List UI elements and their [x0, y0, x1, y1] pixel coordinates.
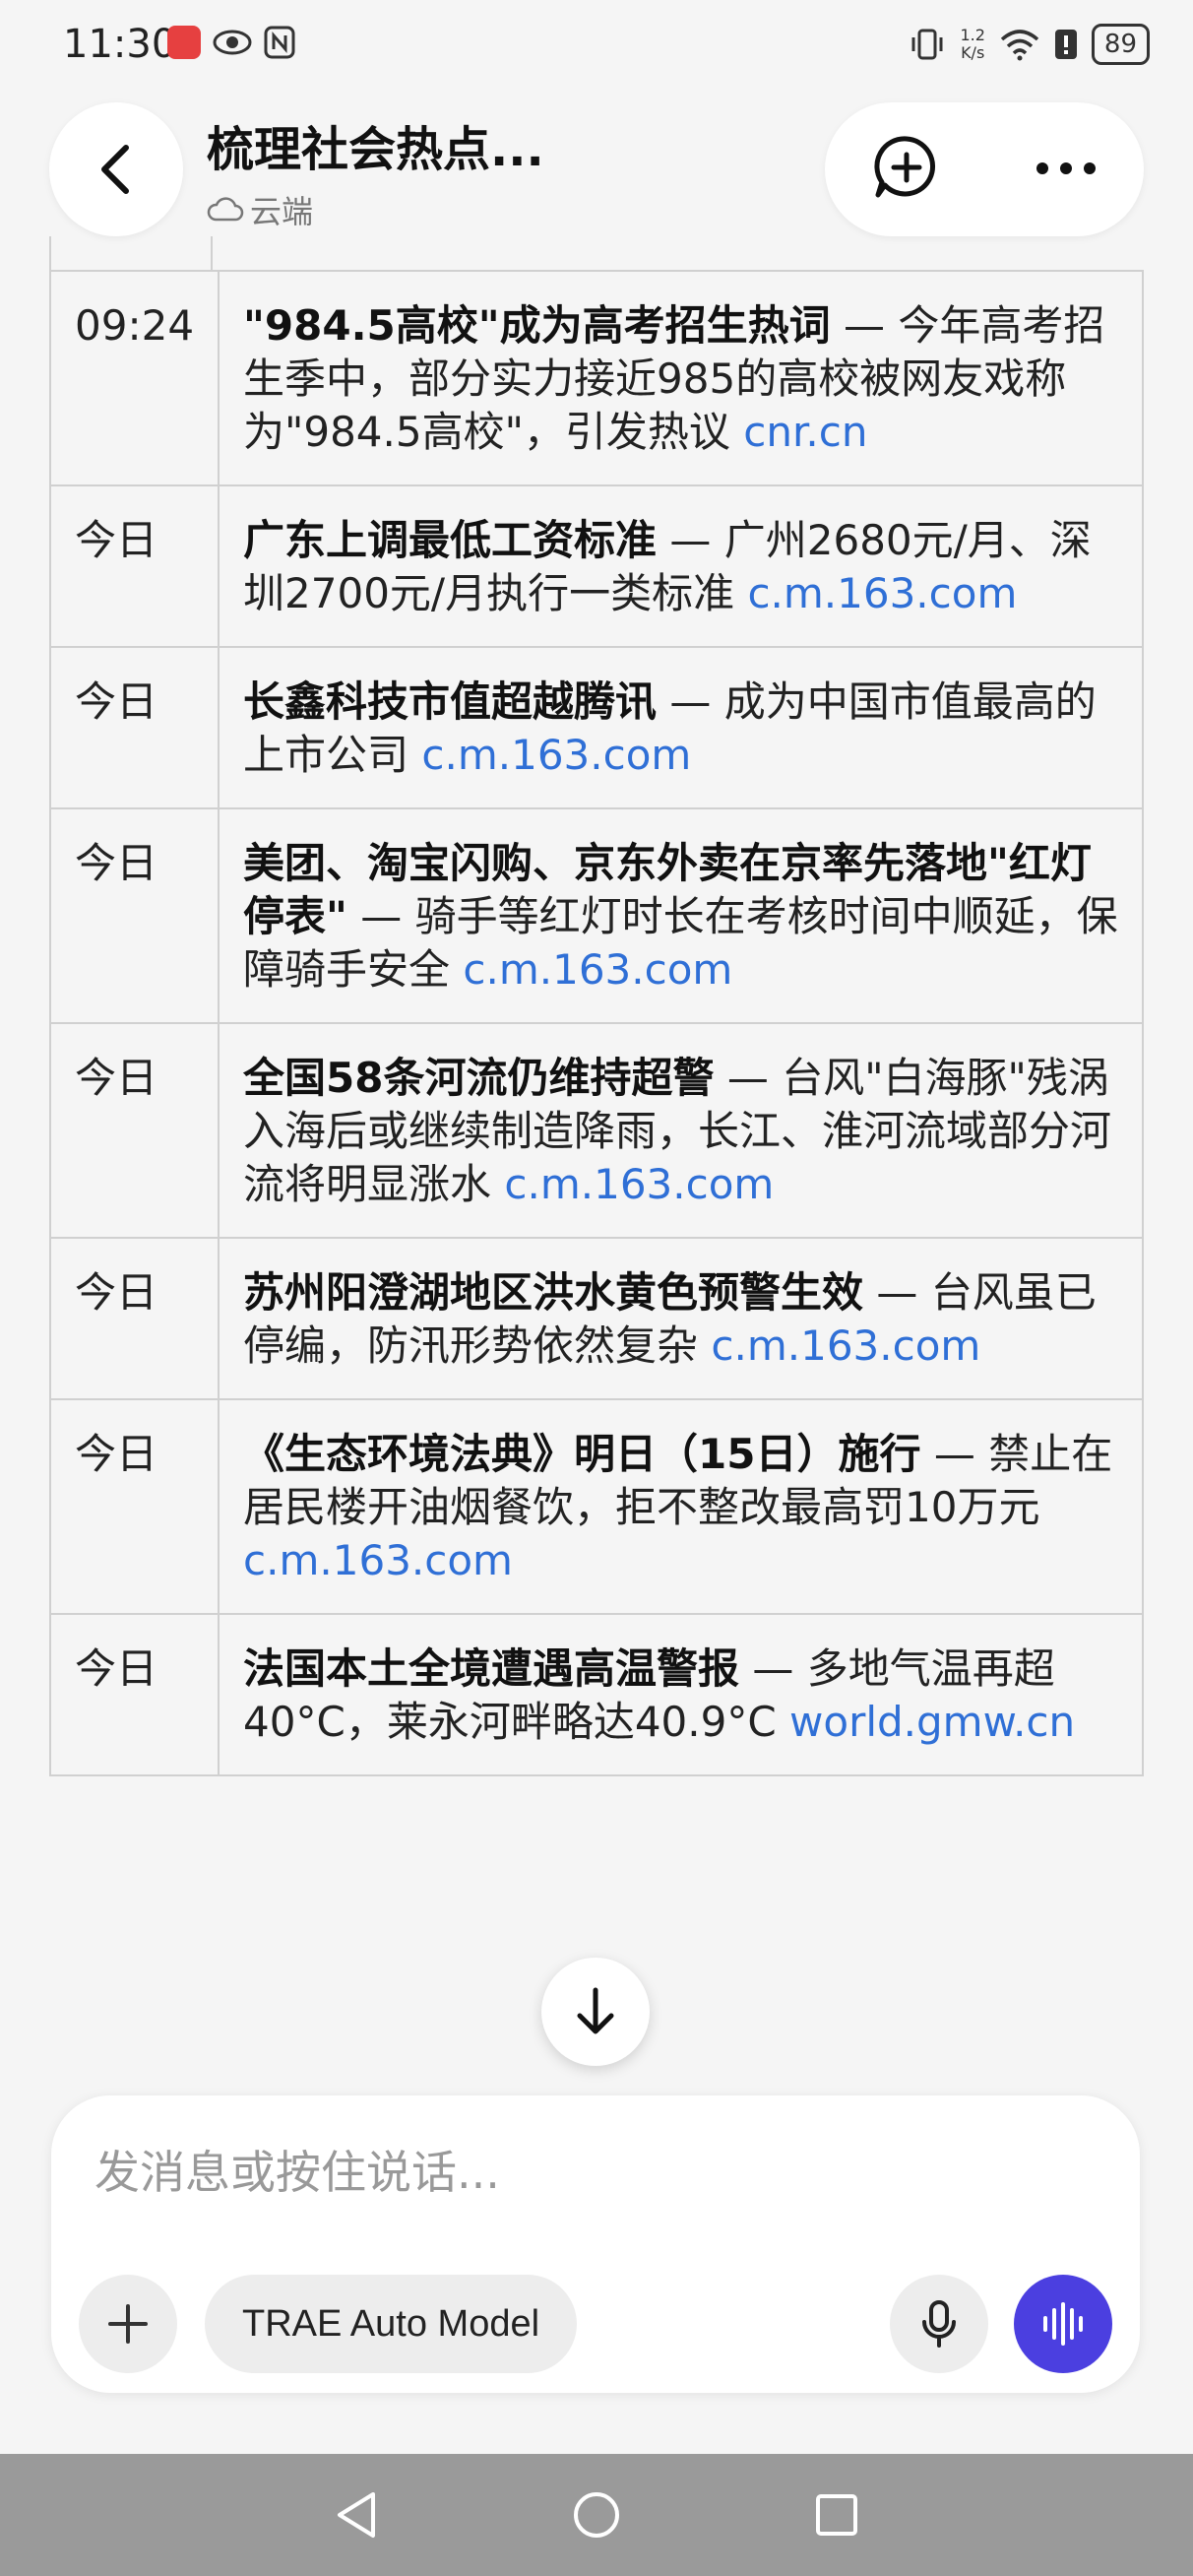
table-row: 今日 广东上调最低工资标准 — 广州2680元/月、深圳2700元/月执行一类标准…	[49, 484, 1144, 648]
news-headline: 全国58条河流仍维持超警	[243, 1054, 715, 1102]
net-speed-unit: K/s	[961, 43, 985, 62]
voice-input-button[interactable]	[1014, 2275, 1112, 2373]
title-block: 梳理社会热点... 云端	[207, 110, 544, 232]
net-speed: 1.2 K/s	[960, 27, 984, 62]
news-source-link[interactable]: c.m.163.com	[504, 1160, 774, 1208]
table-row: 今日 《生态环境法典》明日（15日）施行 — 禁止在居民楼开油烟餐饮，拒不整改最高…	[49, 1398, 1144, 1615]
status-left-icons	[167, 26, 295, 59]
news-content: 长鑫科技市值超越腾讯 — 成为中国市值最高的上市公司 c.m.163.com	[218, 646, 1144, 809]
status-time: 11:30	[63, 22, 177, 67]
add-chat-icon	[874, 136, 935, 198]
news-table: 09:24 "984.5高校"成为高考招生热词 — 今年高考招生季中，部分实力接近…	[49, 270, 1144, 1776]
table-row: 今日 美团、淘宝闪购、京东外卖在京率先落地"红灯停表" — 骑手等红灯时长在考核时…	[49, 807, 1144, 1024]
news-source-link[interactable]: world.gmw.cn	[789, 1698, 1075, 1746]
news-source-link[interactable]: c.m.163.com	[243, 1536, 513, 1584]
news-time: 今日	[49, 1613, 220, 1776]
new-chat-button[interactable]	[872, 133, 941, 206]
news-time: 今日	[49, 1237, 220, 1400]
news-headline: 法国本土全境遭遇高温警报	[243, 1644, 740, 1693]
model-selector[interactable]: TRAE Auto Model	[205, 2275, 578, 2373]
header-actions	[825, 102, 1144, 236]
net-speed-value: 1.2	[960, 26, 985, 44]
news-headline: 广东上调最低工资标准	[243, 516, 658, 564]
news-headline: 苏州阳澄湖地区洪水黄色预警生效	[243, 1268, 864, 1317]
eye-icon	[213, 30, 252, 55]
nav-back-icon	[338, 2492, 375, 2538]
news-content: 法国本土全境遭遇高温警报 — 多地气温再超40°C，莱永河畔略达40.9°C w…	[218, 1613, 1144, 1776]
news-headline: 《生态环境法典》明日（15日）施行	[243, 1430, 921, 1478]
nav-back-button[interactable]	[325, 2483, 388, 2546]
app-notification-icon	[167, 26, 201, 59]
nav-recent-icon	[816, 2494, 857, 2536]
news-time: 09:24	[49, 270, 220, 486]
back-arrow-icon	[101, 145, 129, 194]
status-right-icons: 1.2 K/s 89	[909, 24, 1150, 65]
nfc-icon	[264, 26, 295, 59]
news-source-link[interactable]: c.m.163.com	[463, 945, 732, 994]
battery-indicator: 89	[1091, 24, 1150, 65]
table-top-fragment	[49, 236, 1144, 270]
scroll-to-bottom-button[interactable]	[541, 1958, 650, 2066]
news-content: 广东上调最低工资标准 — 广州2680元/月、深圳2700元/月执行一类标准 c…	[218, 484, 1144, 648]
system-nav-bar	[0, 2454, 1193, 2576]
news-time: 今日	[49, 807, 220, 1024]
news-source-link[interactable]: c.m.163.com	[421, 731, 691, 779]
news-time: 今日	[49, 646, 220, 809]
table-row: 09:24 "984.5高校"成为高考招生热词 — 今年高考招生季中，部分实力接近…	[49, 270, 1144, 486]
nav-home-button[interactable]	[565, 2483, 628, 2546]
location-row: 云端	[207, 187, 544, 232]
news-headline: "984.5高校"成为高考招生热词	[243, 301, 831, 350]
alert-sim-icon	[1054, 30, 1077, 59]
table-row: 今日 苏州阳澄湖地区洪水黄色预警生效 — 台风虽已停编，防汛形势依然复杂 c.m.…	[49, 1237, 1144, 1400]
nav-recent-button[interactable]	[805, 2483, 868, 2546]
news-source-link[interactable]: cnr.cn	[743, 408, 867, 456]
chat-content[interactable]: 09:24 "984.5高校"成为高考招生热词 — 今年高考招生季中，部分实力接近…	[49, 236, 1144, 2095]
message-input[interactable]: 发消息或按住说话...	[94, 2137, 500, 2202]
news-content: 美团、淘宝闪购、京东外卖在京率先落地"红灯停表" — 骑手等红灯时长在考核时间中…	[218, 807, 1144, 1024]
cloud-icon	[207, 197, 244, 222]
news-source-link[interactable]: c.m.163.com	[711, 1321, 980, 1370]
table-row: 今日 法国本土全境遭遇高温警报 — 多地气温再超40°C，莱永河畔略达40.9°C…	[49, 1613, 1144, 1776]
location-label: 云端	[250, 193, 314, 230]
news-content: 苏州阳澄湖地区洪水黄色预警生效 — 台风虽已停编，防汛形势依然复杂 c.m.16…	[218, 1237, 1144, 1400]
wifi-icon	[1000, 30, 1039, 61]
vibrate-icon	[911, 29, 943, 60]
status-bar: 11:30 1.2 K/s 89	[0, 0, 1193, 98]
page-title: 梳理社会热点...	[207, 122, 544, 177]
mic-button[interactable]	[890, 2275, 988, 2373]
news-content: 《生态环境法典》明日（15日）施行 — 禁止在居民楼开油烟餐饮，拒不整改最高罚1…	[218, 1398, 1144, 1615]
news-time: 今日	[49, 1398, 220, 1615]
news-content: 全国58条河流仍维持超警 — 台风"白海豚"残涡入海后或继续制造降雨，长江、淮河…	[218, 1022, 1144, 1239]
table-row: 今日 全国58条河流仍维持超警 — 台风"白海豚"残涡入海后或继续制造降雨，长江、…	[49, 1022, 1144, 1239]
news-content: "984.5高校"成为高考招生热词 — 今年高考招生季中，部分实力接近985的高…	[218, 270, 1144, 486]
news-headline: 长鑫科技市值超越腾讯	[243, 677, 658, 726]
more-button[interactable]	[1036, 161, 1097, 179]
news-time: 今日	[49, 484, 220, 648]
message-composer: 发消息或按住说话... TRAE Auto Model	[51, 2095, 1140, 2393]
more-icon	[1036, 161, 1096, 174]
news-time: 今日	[49, 1022, 220, 1239]
arrow-down-icon	[577, 1987, 614, 2034]
table-row: 今日 长鑫科技市值超越腾讯 — 成为中国市值最高的上市公司 c.m.163.com	[49, 646, 1144, 809]
plus-icon	[108, 2304, 148, 2344]
mic-icon	[922, 2300, 956, 2348]
voice-wave-icon	[1043, 2302, 1083, 2346]
news-source-link[interactable]: c.m.163.com	[747, 569, 1017, 617]
back-button[interactable]	[49, 102, 183, 236]
attach-button[interactable]	[79, 2275, 177, 2373]
nav-home-icon	[574, 2492, 619, 2538]
